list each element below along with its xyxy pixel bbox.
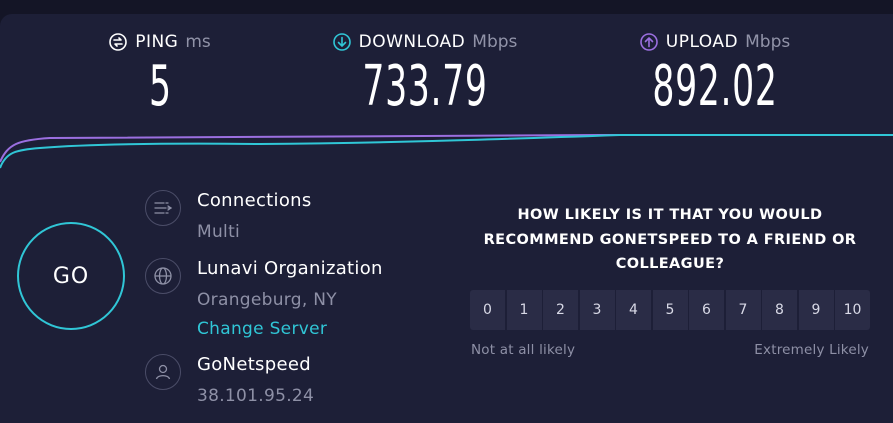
upload-graph-line — [0, 134, 893, 163]
ping-label: PING — [135, 32, 179, 52]
server-location: Orangeburg, NY — [197, 290, 337, 310]
rating-button-7[interactable]: 7 — [725, 290, 761, 330]
go-button[interactable]: GO — [17, 222, 125, 330]
rating-button-1[interactable]: 1 — [506, 290, 542, 330]
rating-button-2[interactable]: 2 — [543, 290, 578, 330]
isp-info: GoNetspeed 38.101.95.24 — [145, 354, 314, 407]
rating-button-4[interactable]: 4 — [616, 290, 651, 330]
upload-metric: UPLOAD Mbps 892.02 — [620, 30, 810, 117]
connections-icon — [145, 190, 181, 226]
globe-icon — [145, 258, 181, 294]
download-unit: Mbps — [472, 32, 518, 52]
download-label: DOWNLOAD — [358, 32, 466, 52]
upload-arrow-icon — [639, 33, 658, 51]
user-icon — [145, 354, 181, 390]
upload-label: UPLOAD — [665, 32, 739, 52]
connections-value: Multi — [197, 222, 241, 242]
rating-scale: 0 1 2 3 4 5 6 7 8 9 10 — [470, 290, 870, 330]
rating-button-6[interactable]: 6 — [689, 290, 724, 330]
isp-ip-address: 38.101.95.24 — [197, 386, 315, 406]
speed-graph — [0, 134, 893, 169]
ping-unit: ms — [185, 32, 211, 52]
connections-title: Connections — [197, 190, 312, 211]
rating-button-3[interactable]: 3 — [579, 290, 615, 330]
top-bar — [0, 0, 893, 14]
rating-button-5[interactable]: 5 — [652, 290, 688, 330]
scale-low-label: Not at all likely — [471, 342, 576, 358]
download-arrow-icon — [332, 33, 351, 51]
upload-value: 892.02 — [652, 54, 778, 119]
survey-question: HOW LIKELY IS IT THAT YOU WOULD RECOMMEN… — [483, 207, 857, 272]
ping-metric: PING ms 5 — [100, 30, 220, 117]
rating-button-9[interactable]: 9 — [798, 290, 834, 330]
scale-high-label: Extremely Likely — [754, 342, 869, 358]
ping-icon — [109, 33, 128, 51]
download-graph-line — [0, 134, 893, 169]
rating-button-10[interactable]: 10 — [835, 290, 870, 330]
upload-unit: Mbps — [745, 32, 791, 52]
download-header: DOWNLOAD Mbps — [332, 30, 518, 54]
rating-button-0[interactable]: 0 — [470, 290, 505, 330]
server-name: Lunavi Organization — [197, 258, 383, 279]
ping-header: PING ms — [109, 30, 211, 54]
connections-info: Connections Multi — [145, 190, 312, 243]
download-metric: DOWNLOAD Mbps 733.79 — [310, 30, 540, 117]
isp-name: GoNetspeed — [197, 354, 311, 375]
server-info: Lunavi Organization Orangeburg, NY Chang… — [145, 258, 383, 340]
upload-header: UPLOAD Mbps — [639, 30, 791, 54]
download-value: 733.79 — [362, 54, 488, 119]
go-button-label: GO — [52, 263, 90, 289]
change-server-link[interactable]: Change Server — [197, 318, 383, 340]
rating-button-8[interactable]: 8 — [762, 290, 797, 330]
ping-value: 5 — [148, 54, 172, 119]
